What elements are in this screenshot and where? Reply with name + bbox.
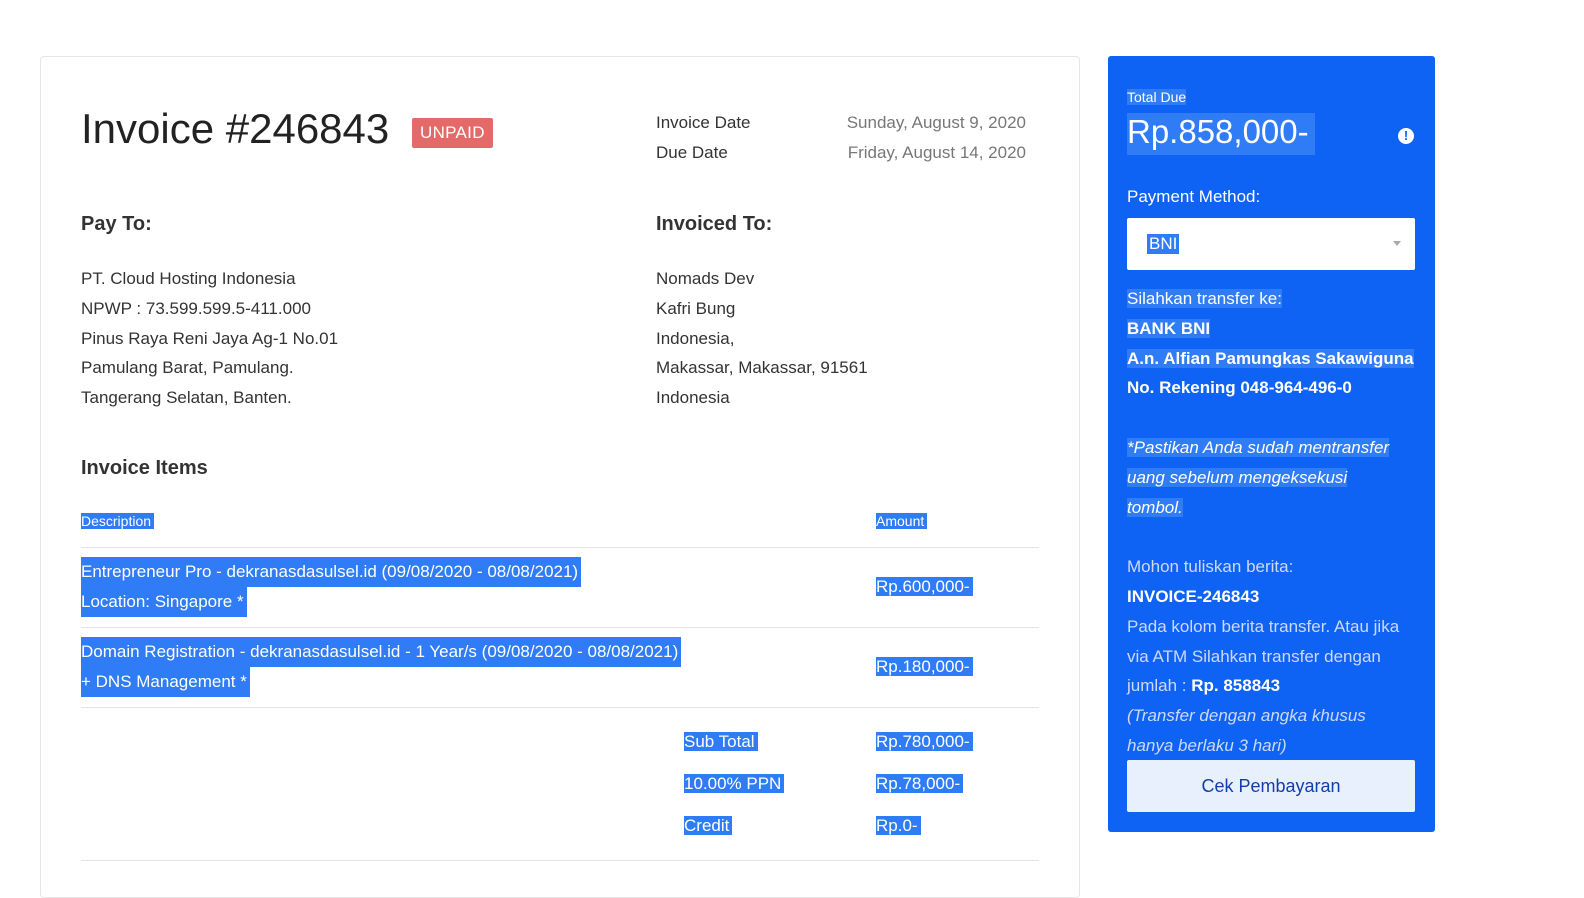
special-note-line: (Transfer dengan angka khusus [1127, 706, 1366, 726]
berita-label: Mohon tuliskan berita: [1127, 557, 1294, 577]
address-line: Indonesia [656, 388, 730, 408]
address-line: PT. Cloud Hosting Indonesia [81, 269, 296, 288]
invoice-items-heading: Invoice Items [81, 457, 208, 479]
address-line: Pinus Raya Reni Jaya Ag-1 No.01 [81, 328, 339, 348]
address-line: Tangerang Selatan, Banten. [81, 388, 292, 408]
table-row-description: Domain Registration - dekranasdasulsel.i… [81, 637, 682, 697]
address-line: Makassar, Makassar, 91561 [656, 358, 868, 378]
credit-label: Credit [684, 811, 733, 841]
special-note-line: hanya berlaku 3 hari) [1127, 735, 1287, 755]
divider [81, 860, 1039, 861]
divider [81, 547, 1039, 548]
subtotal-amount: Rp.780,000- [876, 727, 973, 757]
credit-amount: Rp.0- [876, 811, 921, 841]
invoice-date-label: Invoice Date [656, 113, 751, 132]
tax-label: 10.00% PPN [684, 769, 785, 799]
address-line: NPWP : 73.599.599.5-411.000 [81, 298, 311, 318]
column-header-amount: Amount [876, 513, 928, 529]
table-row-amount: Rp.600,000- [876, 572, 973, 602]
due-date-label: Due Date [656, 143, 728, 162]
transfer-amount: Rp. 858843 [1191, 676, 1281, 696]
table-row-description: Entrepreneur Pro - dekranasdasulsel.id (… [81, 557, 582, 617]
tax-amount: Rp.78,000- [876, 769, 964, 799]
instruction-line: via ATM Silahkan transfer dengan [1127, 646, 1381, 666]
payment-sidebar: Total Due Rp.858,000- ! Payment Method: … [1108, 56, 1435, 832]
payment-method-label: Payment Method: [1127, 187, 1261, 206]
table-row-amount: Rp.180,000- [876, 652, 973, 682]
divider [81, 627, 1039, 628]
status-badge: UNPAID [412, 118, 493, 148]
transfer-instructions: Silahkan transfer ke: BANK BNI A.n. Alfi… [1127, 284, 1427, 761]
account-name: A.n. Alfian Pamungkas Sakawiguna [1127, 348, 1414, 368]
address-line: Nomads Dev [656, 269, 755, 288]
divider [81, 707, 1039, 708]
address-line: Kafri Bung [656, 298, 736, 318]
payment-method-select[interactable]: BNI [1127, 218, 1415, 270]
instruction-line: jumlah : [1127, 676, 1192, 696]
instruction-line: Pada kolom berita transfer. Atau jika [1127, 616, 1400, 636]
invoiced-to-address: Nomads Dev Kafri Bung Indonesia, Makassa… [656, 264, 868, 413]
account-number: No. Rekening 048-964-496-0 [1127, 378, 1352, 398]
note-line: uang sebelum mengeksekusi [1127, 467, 1348, 487]
subtotal-label: Sub Total [684, 727, 758, 757]
bank-name: BANK BNI [1127, 318, 1211, 338]
note-line: tombol. [1127, 497, 1183, 517]
total-due-amount: Rp.858,000- [1127, 113, 1315, 155]
total-due-label: Total Due [1127, 89, 1187, 105]
pay-to-heading: Pay To: [81, 213, 152, 235]
payment-method-value: BNI [1147, 234, 1180, 254]
cek-pembayaran-button[interactable]: Cek Pembayaran [1127, 760, 1415, 812]
invoice-date-value: Sunday, August 9, 2020 [846, 113, 1026, 132]
info-icon[interactable]: ! [1398, 128, 1414, 144]
address-line: Pamulang Barat, Pamulang. [81, 358, 294, 378]
address-line: Indonesia, [656, 328, 735, 348]
pay-to-address: PT. Cloud Hosting Indonesia NPWP : 73.59… [81, 264, 338, 413]
chevron-down-icon [1393, 241, 1401, 246]
invoiced-to-heading: Invoiced To: [656, 213, 773, 235]
note-line: *Pastikan Anda sudah mentransfer [1127, 437, 1390, 457]
transfer-label: Silahkan transfer ke: [1127, 289, 1282, 308]
invoice-title: Invoice #246843 [81, 105, 390, 152]
invoice-card: Invoice #246843 UNPAID Invoice Date Sund… [40, 56, 1080, 898]
due-date-value: Friday, August 14, 2020 [847, 143, 1026, 162]
berita-value: INVOICE-246843 [1127, 586, 1260, 606]
column-header-description: Description [81, 513, 155, 529]
